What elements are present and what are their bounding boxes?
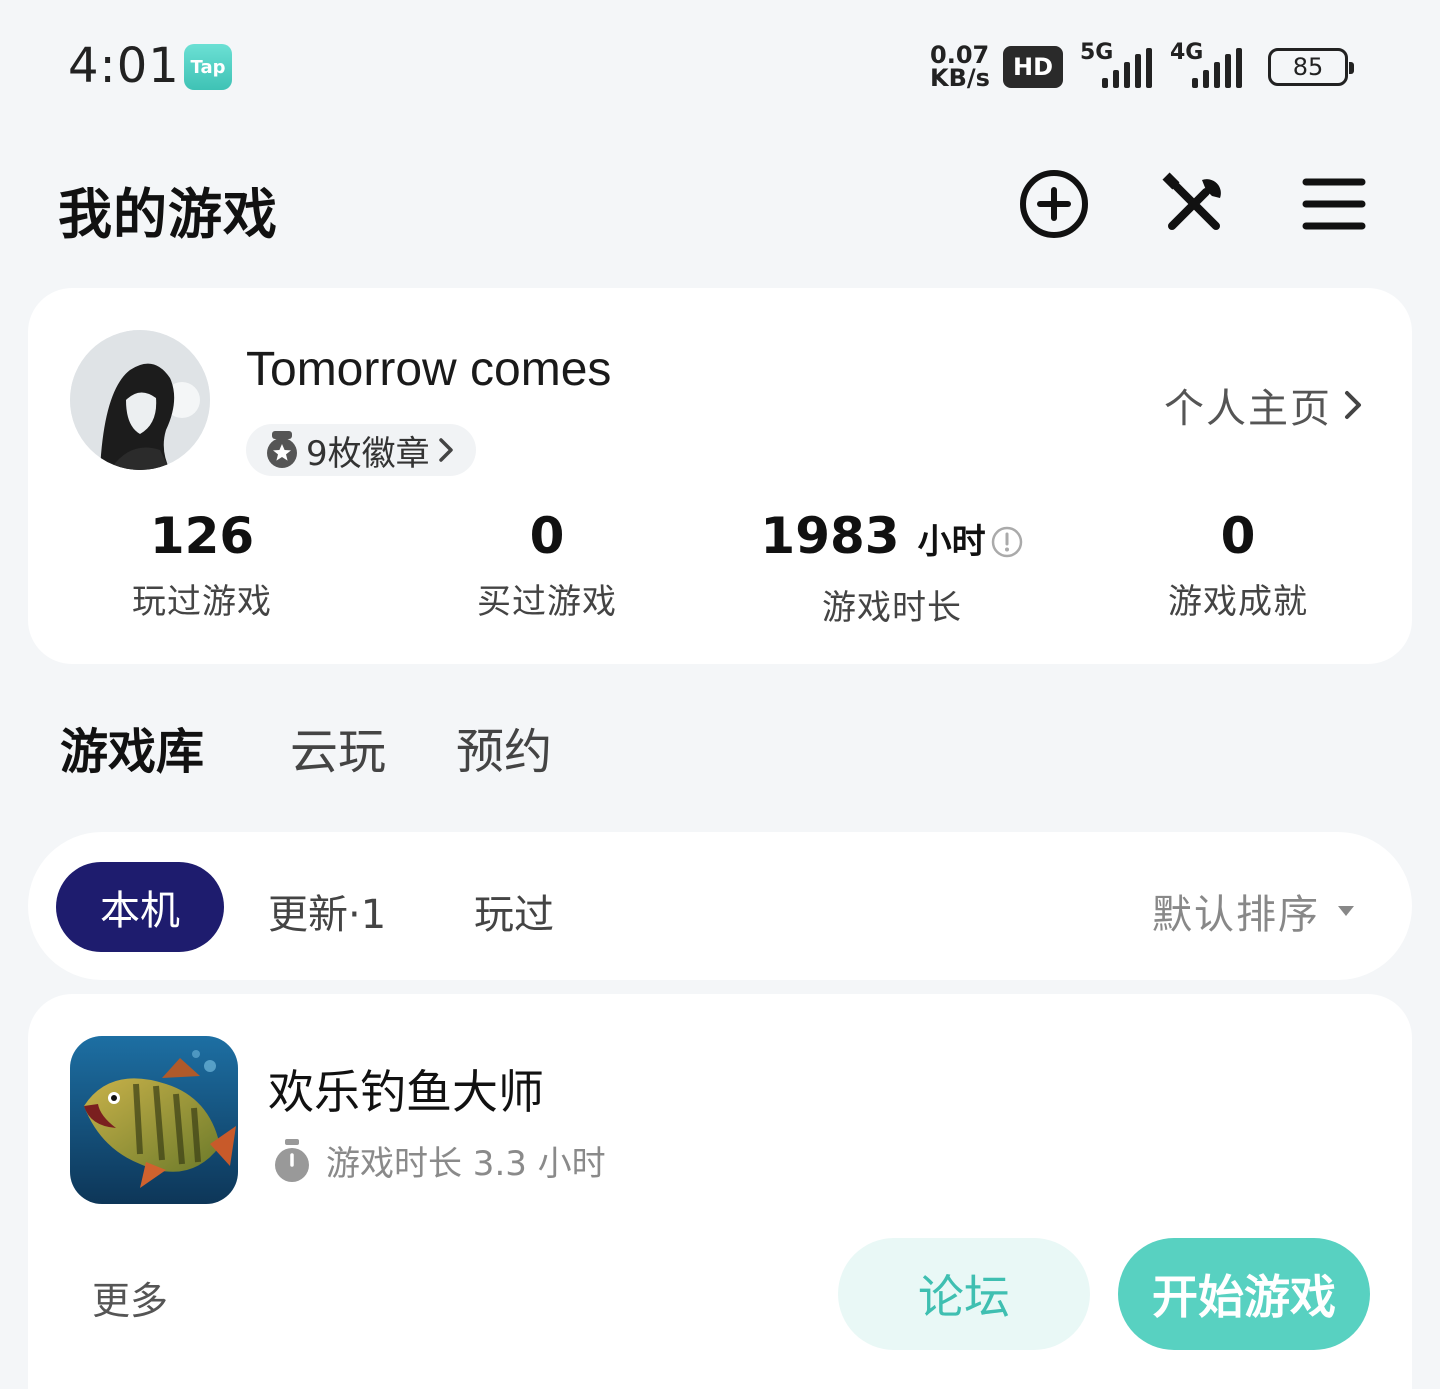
status-time: 4:01 (68, 38, 180, 94)
badges-label: 9枚徽章 (306, 433, 430, 474)
game-icon[interactable] (70, 1036, 238, 1204)
stat-bought-games[interactable]: 0 买过游戏 (397, 506, 697, 623)
stat-unit-group: 小时 (918, 512, 1024, 572)
game-playtime: 游戏时长 3.3 小时 (272, 1136, 606, 1185)
start-game-button[interactable]: 开始游戏 (1118, 1238, 1370, 1350)
stat-value: 0 (529, 507, 565, 565)
filter-chip-updates[interactable]: 更新·1 (268, 882, 386, 940)
network-speed-unit: KB/s (930, 64, 990, 92)
tab-library[interactable]: 游戏库 (55, 712, 209, 782)
stats-row: 126 玩过游戏 0 买过游戏 1983 小时 游戏时长 0 游戏成就 (28, 506, 1412, 629)
chevron-right-icon (438, 438, 453, 462)
stat-label: 游戏时长 (822, 588, 962, 628)
hd-voice-icon: HD (1003, 46, 1063, 88)
game-list-item[interactable]: 欢乐钓鱼大师 游戏时长 3.3 小时 更多 论坛 开始游戏 (28, 994, 1412, 1389)
network-speed: 0.07 KB/s (930, 43, 990, 92)
forum-button[interactable]: 论坛 (838, 1238, 1090, 1350)
stat-value: 126 (149, 507, 255, 565)
game-icon-image (70, 1036, 238, 1204)
taptap-app-icon: Tap (184, 44, 232, 90)
more-button[interactable]: 更多 (92, 1270, 168, 1325)
menu-icon (1302, 178, 1366, 230)
hd-label: HD (1012, 53, 1053, 81)
filter-chip-played[interactable]: 玩过 (474, 882, 554, 940)
signal-5g-icon: 5G (1078, 40, 1162, 90)
profile-card: Tomorrow comes 9枚徽章 个人主页 126 玩过游戏 0 买过游戏… (28, 288, 1412, 664)
avatar[interactable] (70, 330, 210, 470)
stat-play-time[interactable]: 1983 小时 游戏时长 (742, 506, 1042, 629)
profile-page-link[interactable]: 个人主页 (1164, 376, 1364, 434)
my-games-page: 4:01 Tap 0.07 KB/s HD 5G 4G 85 我的游戏 Tomo… (0, 0, 1440, 1389)
page-title: 我的游戏 (58, 183, 278, 246)
status-bar: 4:01 Tap 0.07 KB/s HD 5G 4G 85 (0, 0, 1440, 130)
menu-button[interactable] (1298, 168, 1370, 240)
stat-label: 游戏成就 (1168, 582, 1308, 622)
sort-dropdown[interactable]: 默认排序 (1152, 882, 1356, 940)
add-game-button[interactable] (1018, 168, 1090, 240)
stat-value-group: 1983 小时 (760, 506, 1023, 572)
signal-4g-icon: 4G (1170, 40, 1254, 90)
game-playtime-label: 游戏时长 3.3 小时 (326, 1144, 606, 1184)
battery-level: 85 (1292, 53, 1324, 81)
stat-achievements[interactable]: 0 游戏成就 (1088, 506, 1388, 623)
tab-reservations[interactable]: 预约 (456, 712, 552, 782)
medal-icon (267, 431, 297, 468)
tools-button[interactable] (1158, 168, 1230, 240)
stat-label: 玩过游戏 (132, 582, 272, 622)
username: Tomorrow comes (246, 343, 612, 396)
stopwatch-icon (275, 1138, 309, 1182)
stat-value: 1983 (760, 507, 900, 565)
add-circle-icon (1020, 170, 1088, 238)
stat-unit: 小时 (917, 522, 986, 562)
profile-link-label: 个人主页 (1164, 386, 1332, 432)
filter-chip-local[interactable]: 本机 (56, 862, 224, 952)
badges-button[interactable]: 9枚徽章 (246, 424, 476, 476)
stat-value: 0 (1220, 507, 1256, 565)
caret-down-icon (1338, 906, 1354, 916)
sort-label: 默认排序 (1152, 892, 1320, 938)
chevron-right-icon (1345, 391, 1361, 419)
avatar-image (70, 330, 210, 470)
info-icon[interactable] (990, 525, 1024, 559)
battery-icon: 85 (1268, 48, 1354, 86)
stat-label: 买过游戏 (477, 582, 617, 622)
tools-icon (1162, 172, 1221, 230)
filter-bar: 本机 更新·1 玩过 默认排序 (28, 832, 1412, 980)
game-title: 欢乐钓鱼大师 (268, 1065, 544, 1119)
tab-cloud-play[interactable]: 云玩 (290, 712, 386, 782)
stat-played-games[interactable]: 126 玩过游戏 (52, 506, 352, 623)
